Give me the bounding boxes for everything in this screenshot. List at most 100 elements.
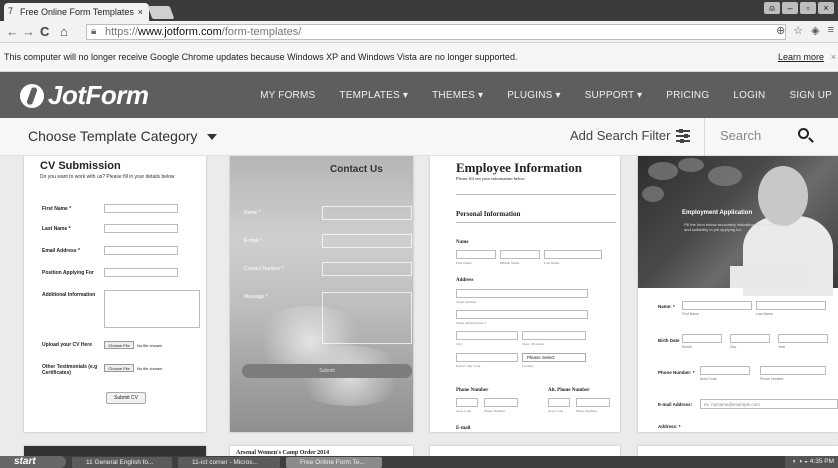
search-icon[interactable] [798, 128, 814, 144]
maximize-icon[interactable]: ▫ [800, 2, 816, 14]
employment-sub: Area Code [700, 377, 717, 381]
menu-icon[interactable]: ≡ [828, 24, 834, 37]
notice-close-icon[interactable]: × [831, 43, 836, 72]
minimize-icon[interactable]: – [782, 2, 798, 14]
template-card-employee-information[interactable]: Employee Information Please fill out you… [430, 156, 620, 432]
contact-field-label: Contact Number * [244, 266, 284, 272]
screen: 7 Free Online Form Templates × ⍝ – ▫ × ←… [0, 0, 838, 468]
zoom-icon[interactable]: ⊕ [776, 24, 785, 37]
employment-address-label: Address: * [658, 424, 681, 429]
template-card[interactable] [430, 446, 620, 456]
close-tab-icon[interactable]: × [138, 3, 143, 21]
toolbar-icons: ⊕ ☆ ◈ ≡ [776, 24, 834, 37]
employee-sub: First Name [456, 261, 472, 265]
category-dropdown[interactable]: Choose Template Category [28, 128, 218, 144]
contact-input [322, 262, 412, 276]
template-card-employment-application[interactable]: Employment Application Fill the form bel… [638, 156, 838, 432]
add-search-filter-button[interactable]: Add Search Filter [570, 128, 670, 143]
nav-plugins[interactable]: PLUGINS ▾ [507, 90, 561, 101]
employee-input [576, 398, 610, 407]
forward-icon[interactable]: → [22, 24, 35, 40]
browser-tab[interactable]: 7 Free Online Form Templates × [4, 3, 149, 21]
cv-upload-label: Upload your CV Here [42, 342, 93, 348]
bookmark-star-icon[interactable]: ☆ [793, 24, 803, 37]
user-icon[interactable]: ⍝ [764, 2, 780, 14]
jotform-logo-icon [20, 83, 44, 108]
window-controls: ⍝ – ▫ × [764, 2, 834, 14]
template-card[interactable] [638, 446, 838, 456]
close-window-icon[interactable]: × [818, 2, 834, 14]
employment-sub: Year [778, 345, 786, 349]
start-button[interactable]: start [0, 456, 66, 468]
cv-input [104, 246, 178, 255]
leaf [642, 186, 664, 202]
template-card[interactable] [24, 446, 206, 456]
employee-phone-label: Phone Number [456, 388, 489, 393]
person-head-image [758, 166, 808, 226]
employee-input [456, 310, 588, 319]
windows-taskbar: start 11 General English fo... 11-ict co… [0, 456, 838, 468]
jotform-logo[interactable]: JotForm [20, 80, 149, 111]
employment-phone-label: Phone Number: * [658, 370, 695, 375]
category-label: Choose Template Category [28, 128, 198, 144]
cv-textarea [104, 290, 200, 328]
employee-sub: Area Code [548, 409, 564, 413]
employee-select: Please Select [522, 353, 586, 362]
employee-sub: Street Address [456, 300, 477, 304]
browser-toolbar: ← → C ⌂ 🔒︎ https://www.jotform.com/form-… [0, 21, 838, 43]
nav-pricing[interactable]: PRICING [666, 90, 709, 101]
cv-input [104, 224, 178, 233]
back-icon[interactable]: ← [6, 24, 19, 40]
taskbar-item-ict[interactable]: 11-ict corner - Micros... [178, 457, 280, 468]
template-card-contact-us[interactable]: Contact Us Name * E-mail * Contact Numbe… [230, 156, 413, 432]
address-bar[interactable]: 🔒︎ https://www.jotform.com/form-template… [86, 24, 786, 40]
search-input[interactable]: Search [720, 128, 761, 143]
nav-support[interactable]: SUPPORT ▾ [585, 90, 643, 101]
employee-sub: Postal / Zip Code [456, 364, 481, 368]
taskbar-item-word[interactable]: 11 General English fo... [72, 457, 172, 468]
employee-sub: Last Name [544, 261, 560, 265]
extension-icon[interactable]: ◈ [811, 24, 819, 37]
learn-more-link[interactable]: Learn more [778, 43, 824, 72]
nav-my-forms[interactable]: MY FORMS [260, 90, 315, 101]
nav-login[interactable]: LOGIN [733, 90, 765, 101]
url-scheme: https:// [105, 26, 139, 38]
divider [456, 222, 616, 223]
employee-address-label: Address [456, 278, 474, 283]
filter-sliders-icon[interactable] [676, 129, 690, 143]
nav-templates[interactable]: TEMPLATES ▾ [339, 90, 408, 101]
url-path: /form-templates/ [221, 26, 302, 38]
top-nav: MY FORMS TEMPLATES ▾ THEMES ▾ PLUGINS ▾ … [260, 72, 832, 118]
cv-field-label: Last Name * [42, 226, 71, 232]
card-title: Arsenal Women's Camp Order 2014 [236, 450, 330, 456]
employee-section: Personal Information [456, 210, 521, 218]
reload-icon[interactable]: C [40, 24, 49, 40]
contact-title: Contact Us [330, 164, 383, 175]
employee-sub: Phone Number [484, 409, 506, 413]
jotform-favicon-icon: 7 [8, 6, 14, 16]
template-card-cv-submission[interactable]: CV Submission Do you want to work with u… [24, 156, 206, 432]
filter-bar: Choose Template Category Add Search Filt… [0, 118, 838, 156]
employee-title: Employee Information [456, 160, 583, 175]
cv-subtitle: Do you want to work with us? Please fill… [40, 174, 175, 180]
home-icon[interactable]: ⌂ [60, 24, 68, 40]
contact-textarea [322, 292, 412, 344]
employee-input [456, 331, 518, 340]
new-tab-button[interactable] [147, 6, 175, 19]
template-card-arsenal[interactable]: Arsenal Women's Camp Order 2014 [230, 446, 413, 456]
nav-themes[interactable]: THEMES ▾ [432, 90, 483, 101]
employee-sub: Middle Name [500, 261, 520, 265]
employment-sub: Month [682, 345, 692, 349]
caret-down-icon [207, 134, 218, 141]
employee-input [500, 250, 540, 259]
employee-sub: Country [522, 364, 534, 368]
taskbar-item-chrome[interactable]: Free Online Form Te... [286, 457, 382, 468]
tray-icons[interactable]: ◐ ◑ ◒ [793, 458, 810, 465]
employee-name-label: Name [456, 240, 469, 245]
leaf [708, 166, 742, 186]
contact-input [322, 234, 412, 248]
leaf [648, 162, 678, 180]
nav-sign-up[interactable]: SIGN UP [789, 90, 832, 101]
employee-sub: Street Address Line 2 [456, 321, 487, 325]
employee-input [484, 398, 518, 407]
